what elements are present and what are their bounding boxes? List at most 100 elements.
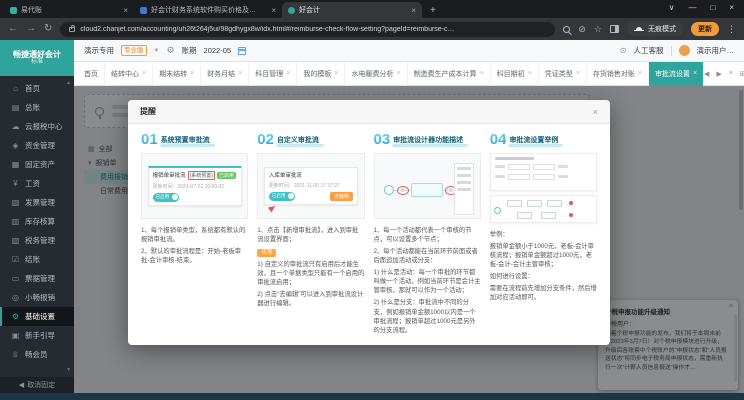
step-text-line: 1、每个报销单类型，系统都有默认的报销审批流。 <box>141 226 248 244</box>
close-modal-icon[interactable]: × <box>593 107 598 117</box>
sidebar-item-closing[interactable]: ☑结账 <box>0 250 74 269</box>
account-name[interactable]: 演示专用 <box>84 45 114 56</box>
browser-menu-icon[interactable]: ⋮ <box>727 24 736 35</box>
step4-thumbnails <box>490 153 597 223</box>
zoom-icon[interactable] <box>563 26 570 33</box>
tab-label: 存货销售对账 <box>593 69 635 79</box>
sidebar-item-invoices[interactable]: ▧发票管理 <box>0 193 74 212</box>
calendar-icon[interactable] <box>238 47 246 55</box>
close-tab-icon[interactable]: × <box>693 70 697 77</box>
close-tab-icon[interactable]: × <box>528 70 532 77</box>
workspace-tab[interactable]: 财务月结× <box>201 62 249 86</box>
incognito-icon <box>634 27 644 32</box>
inventory-icon: ▥ <box>11 217 20 226</box>
workspace-tab[interactable]: 水电暖费分析× <box>345 62 407 86</box>
step-text-line: 需要在流程前先增加分支条件，然后增加对应活动即可。 <box>490 284 597 302</box>
close-tab-icon[interactable]: × <box>121 6 128 15</box>
incognito-badge[interactable]: 无痕模式 <box>627 22 683 36</box>
bookmark-star-icon[interactable]: ☆ <box>594 25 602 34</box>
sidebar-item-label: 工资 <box>25 178 40 189</box>
account-settings-gear-icon[interactable]: ⚙ <box>166 45 174 56</box>
app-logo: 畅捷通好会计 标准 <box>0 40 74 76</box>
sidebar-item-basic-settings[interactable]: ⚙ 基础设置 <box>0 307 74 326</box>
reload-icon[interactable]: ↻ <box>44 24 52 34</box>
close-tab-icon[interactable]: × <box>238 70 242 77</box>
sidebar-item-inventory[interactable]: ▥库存核算 <box>0 212 74 231</box>
browser-tab-haokuaiji[interactable]: 好会计 × <box>282 2 422 18</box>
chrome-update-button[interactable]: 更新 <box>691 22 719 36</box>
content-blocked-icon[interactable]: ⊘ <box>578 25 586 34</box>
close-tab-icon[interactable]: × <box>480 70 484 77</box>
sidebar-item-cloud-tax-center[interactable]: ☁ 云报税中心 <box>0 117 74 136</box>
period-value[interactable]: 2022-05 <box>204 46 232 55</box>
new-tab-button[interactable]: + <box>430 5 436 16</box>
close-tab-icon[interactable]: × <box>334 70 338 77</box>
workspace-tab[interactable]: 期末结转× <box>153 62 201 86</box>
period-label: 账期 <box>182 45 197 56</box>
workspace-tab[interactable]: 我的模板× <box>297 62 345 86</box>
workspace-tab-approval-flow-settings[interactable]: 审批流设置× <box>649 62 704 86</box>
workspace-tab-bar: 首页 结转中心× 期末结转× 财务月结× 科目管理× 我的模板× 水电暖费分析×… <box>74 62 744 86</box>
window-close-icon[interactable]: × <box>729 3 734 12</box>
sidebar-item-general-ledger[interactable]: ▤总账 <box>0 98 74 117</box>
close-tab-icon[interactable]: × <box>576 70 580 77</box>
url-field[interactable]: cloud2.chanjet.com/accounting/uh26t264j5… <box>60 22 555 37</box>
window-menu-icon[interactable]: ∨ <box>669 3 675 12</box>
settings-gear-icon: ⚙ <box>11 312 20 321</box>
sidebar-item-reimburse[interactable]: ◎小畅报销 <box>0 288 74 307</box>
workspace-tab[interactable]: 结转中心× <box>105 62 153 86</box>
headset-icon: ⊙ <box>620 46 627 55</box>
user-name[interactable]: 演示用户… <box>697 45 735 56</box>
sidebar-item-fixed-assets[interactable]: ▦固定资产 <box>0 155 74 174</box>
workspace-tab[interactable]: 存货销售对账× <box>587 62 649 86</box>
tab-label: 首页 <box>84 69 98 79</box>
red-dot-annotation <box>569 201 573 205</box>
red-dot-annotation <box>569 213 573 217</box>
assets-icon: ▦ <box>11 160 20 169</box>
browser-tab-pricing[interactable]: 好会计财务系统软件购买价格及… × <box>134 2 282 18</box>
workspace-tab[interactable]: 凭证类型× <box>539 62 587 86</box>
window-maximize-icon[interactable]: □ <box>710 3 715 12</box>
close-tab-icon[interactable]: × <box>286 70 290 77</box>
sidebar-item-home[interactable]: ⌂首页 <box>0 79 74 98</box>
close-all-tabs-icon[interactable]: × <box>729 70 733 78</box>
reimburse-icon: ◎ <box>11 293 20 302</box>
support-link[interactable]: 人工客服 <box>634 45 664 56</box>
sidebar-scroll-down-icon[interactable]: ▼ <box>66 367 71 373</box>
sidebar-item-beginner-guide[interactable]: ▣新手引导 <box>0 326 74 345</box>
tab-scroll-right-icon[interactable]: ▶ <box>716 70 721 78</box>
attention-badge: 注意 <box>257 249 276 257</box>
workspace-tab[interactable]: 科目期初× <box>491 62 539 86</box>
member-icon: ♕ <box>11 350 20 359</box>
sidebar-item-bills[interactable]: ▭票据管理 <box>0 269 74 288</box>
cloud-icon: ☁ <box>11 122 20 131</box>
close-tab-icon[interactable]: × <box>269 6 276 15</box>
back-icon[interactable]: ← <box>8 24 18 34</box>
close-tab-icon[interactable]: × <box>638 70 642 77</box>
close-tab-icon[interactable]: × <box>190 70 194 77</box>
workspace-tab[interactable]: 制造费生产成本计算× <box>408 62 491 86</box>
close-tab-icon[interactable]: × <box>142 70 146 77</box>
fullscreen-icon[interactable]: ⊞ <box>740 70 744 78</box>
sidebar-item-membership[interactable]: ♕畅会员 <box>0 345 74 364</box>
step-title: 自定义审批流 <box>277 135 319 147</box>
side-panel-icon[interactable] <box>610 25 619 33</box>
chevron-down-icon[interactable]: ▼ <box>154 48 160 54</box>
sidebar-item-tax[interactable]: ▨税务管理 <box>0 231 74 250</box>
sidebar-item-funds[interactable]: ◈资金管理 <box>0 136 74 155</box>
sidebar-item-label: 基础设置 <box>25 311 55 322</box>
sidebar-item-label: 云报税中心 <box>25 121 63 132</box>
close-tab-icon[interactable]: × <box>409 6 416 15</box>
workspace-tab[interactable]: 科目管理× <box>249 62 297 86</box>
sidebar-scroll-up-icon[interactable]: ▲ <box>66 80 71 86</box>
workspace-tab-home[interactable]: 首页 <box>78 62 105 86</box>
forward-icon[interactable]: → <box>26 24 36 34</box>
red-arrow-annotation <box>268 203 277 212</box>
tab-scroll-left-icon[interactable]: ◀ <box>704 70 709 78</box>
sidebar-item-salary[interactable]: ¥工资 <box>0 174 74 193</box>
user-avatar[interactable] <box>679 45 690 56</box>
close-tab-icon[interactable]: × <box>396 70 400 77</box>
window-minimize-icon[interactable]: — <box>688 3 696 12</box>
browser-tab-yidaizhang[interactable]: 易代账 × <box>4 2 134 18</box>
sidebar-collapse-button[interactable]: ◀ 取消固定 <box>0 377 74 393</box>
